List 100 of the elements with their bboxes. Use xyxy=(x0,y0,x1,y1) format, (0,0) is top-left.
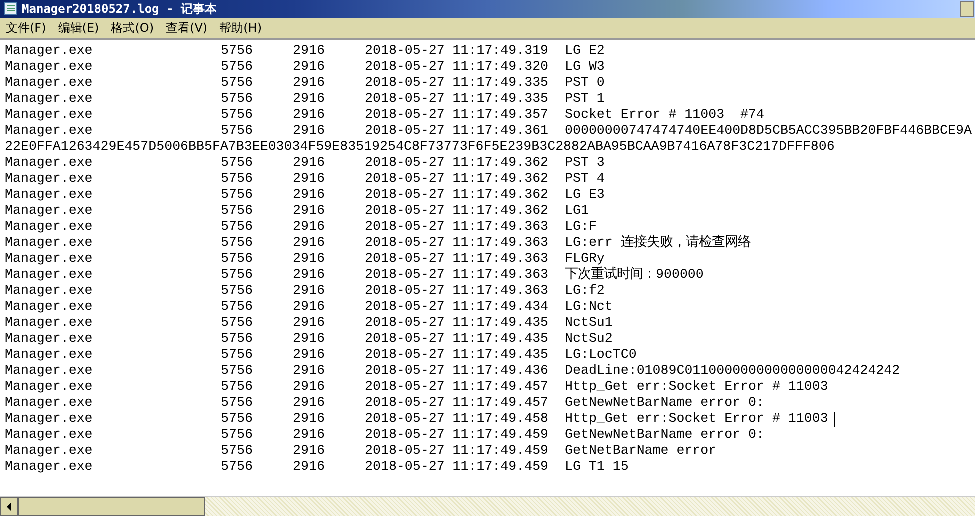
menu-item[interactable]: 编辑(E) xyxy=(58,20,100,36)
thread-id: 2916 xyxy=(293,59,326,75)
process-id: 5756 xyxy=(221,411,254,427)
log-message: LG E2 xyxy=(565,43,605,59)
timestamp: 2018-05-27 11:17:49.362 xyxy=(365,155,550,171)
timestamp: 2018-05-27 11:17:49.361 xyxy=(365,123,550,139)
log-message: Http_Get err:Socket Error # 11003 xyxy=(565,379,828,395)
thread-id: 2916 xyxy=(293,203,326,219)
process-name: Manager.exe xyxy=(5,427,94,443)
thread-id: 2916 xyxy=(293,91,326,107)
timestamp: 2018-05-27 11:17:49.319 xyxy=(365,43,550,59)
thread-id: 2916 xyxy=(293,395,326,411)
menu-item[interactable]: 查看(V) xyxy=(166,20,208,36)
timestamp: 2018-05-27 11:17:49.434 xyxy=(365,299,550,315)
process-name: Manager.exe xyxy=(5,299,94,315)
process-id: 5756 xyxy=(221,91,254,107)
timestamp: 2018-05-27 11:17:49.320 xyxy=(365,59,550,75)
process-name: Manager.exe xyxy=(5,123,94,139)
process-name: Manager.exe xyxy=(5,379,94,395)
process-name: Manager.exe xyxy=(5,443,94,459)
process-name: Manager.exe xyxy=(5,395,94,411)
process-name: Manager.exe xyxy=(5,91,94,107)
left-arrow-icon[interactable] xyxy=(6,502,12,510)
log-message: DeadLine:01089C011000000000000000042424242 xyxy=(565,363,900,379)
process-name: Manager.exe xyxy=(5,411,94,427)
timestamp: 2018-05-27 11:17:49.335 xyxy=(365,91,550,107)
process-name: Manager.exe xyxy=(5,107,94,123)
process-id: 5756 xyxy=(221,123,254,139)
process-id: 5756 xyxy=(221,251,254,267)
thread-id: 2916 xyxy=(293,267,326,283)
thread-id: 2916 xyxy=(293,235,326,251)
thread-id: 2916 xyxy=(293,75,326,91)
log-message: 00000000747474740EE400D8D5CB5ACC395BB20FBF446BBCE9A xyxy=(565,123,972,139)
process-name: Manager.exe xyxy=(5,267,94,283)
process-id: 5756 xyxy=(221,299,254,315)
process-name: Manager.exe xyxy=(5,75,94,91)
menu-item[interactable]: 文件(F) xyxy=(6,20,46,36)
process-name: Manager.exe xyxy=(5,251,94,267)
timestamp: 2018-05-27 11:17:49.362 xyxy=(365,203,550,219)
timestamp: 2018-05-27 11:17:49.435 xyxy=(365,347,550,363)
timestamp: 2018-05-27 11:17:49.363 xyxy=(365,283,550,299)
log-message: LG1 xyxy=(565,203,589,219)
thread-id: 2916 xyxy=(293,187,326,203)
timestamp: 2018-05-27 11:17:49.362 xyxy=(365,187,550,203)
log-message: LG:LocTC0 xyxy=(565,347,637,363)
thread-id: 2916 xyxy=(293,379,326,395)
log-message: PST 3 xyxy=(565,155,605,171)
process-name: Manager.exe xyxy=(5,219,94,235)
window-title: Manager20180527.log - 记事本 xyxy=(22,0,218,18)
thread-id: 2916 xyxy=(293,459,326,475)
process-id: 5756 xyxy=(221,187,254,203)
log-message: PST 4 xyxy=(565,171,605,187)
process-id: 5756 xyxy=(221,155,254,171)
timestamp: 2018-05-27 11:17:49.335 xyxy=(365,75,550,91)
process-name: Manager.exe xyxy=(5,59,94,75)
thread-id: 2916 xyxy=(293,443,326,459)
log-message: LG W3 xyxy=(565,59,605,75)
process-id: 5756 xyxy=(221,59,254,75)
process-name: Manager.exe xyxy=(5,187,94,203)
horizontal-scrollbar[interactable] xyxy=(0,496,975,516)
scroll-thumb[interactable] xyxy=(18,497,205,516)
thread-id: 2916 xyxy=(293,411,326,427)
thread-id: 2916 xyxy=(293,347,326,363)
process-id: 5756 xyxy=(221,75,254,91)
process-id: 5756 xyxy=(221,363,254,379)
log-message: GetNetBarName error xyxy=(565,443,717,459)
menu-item[interactable]: 帮助(H) xyxy=(220,20,262,36)
process-id: 5756 xyxy=(221,347,254,363)
timestamp: 2018-05-27 11:17:49.363 xyxy=(365,235,550,251)
timestamp: 2018-05-27 11:17:49.459 xyxy=(365,443,550,459)
process-id: 5756 xyxy=(221,43,254,59)
log-message: NctSu2 xyxy=(565,331,613,347)
process-id: 5756 xyxy=(221,379,254,395)
log-message: Socket Error # 11003 #74 xyxy=(565,107,764,123)
log-message: NctSu1 xyxy=(565,315,613,331)
timestamp: 2018-05-27 11:17:49.363 xyxy=(365,219,550,235)
process-id: 5756 xyxy=(221,459,254,475)
process-id: 5756 xyxy=(221,267,254,283)
timestamp: 2018-05-27 11:17:49.458 xyxy=(365,411,550,427)
window-button[interactable] xyxy=(960,1,974,17)
thread-id: 2916 xyxy=(293,43,326,59)
process-name: Manager.exe xyxy=(5,347,94,363)
process-id: 5756 xyxy=(221,235,254,251)
process-id: 5756 xyxy=(221,315,254,331)
log-message: 22E0FFA1263429E457D5006BB5FA7B3EE03034F59E83519254C8F73773F6F5E239B3C2882ABA95BCAA9B7416A78F3C217DFFF806 xyxy=(5,139,835,155)
process-id: 5756 xyxy=(221,107,254,123)
process-name: Manager.exe xyxy=(5,331,94,347)
process-id: 5756 xyxy=(221,203,254,219)
log-message: GetNewNetBarName error 0: xyxy=(565,395,764,411)
process-id: 5756 xyxy=(221,427,254,443)
notepad-icon xyxy=(4,2,18,16)
log-message: PST 0 xyxy=(565,75,605,91)
log-message: FLGRy xyxy=(565,251,605,266)
thread-id: 2916 xyxy=(293,123,326,139)
timestamp: 2018-05-27 11:17:49.457 xyxy=(365,379,550,395)
menu-item[interactable]: 格式(O) xyxy=(111,20,154,36)
process-id: 5756 xyxy=(221,331,254,347)
log-message: Http_Get err:Socket Error # 11003 xyxy=(565,411,828,427)
timestamp: 2018-05-27 11:17:49.459 xyxy=(365,459,550,475)
thread-id: 2916 xyxy=(293,171,326,187)
